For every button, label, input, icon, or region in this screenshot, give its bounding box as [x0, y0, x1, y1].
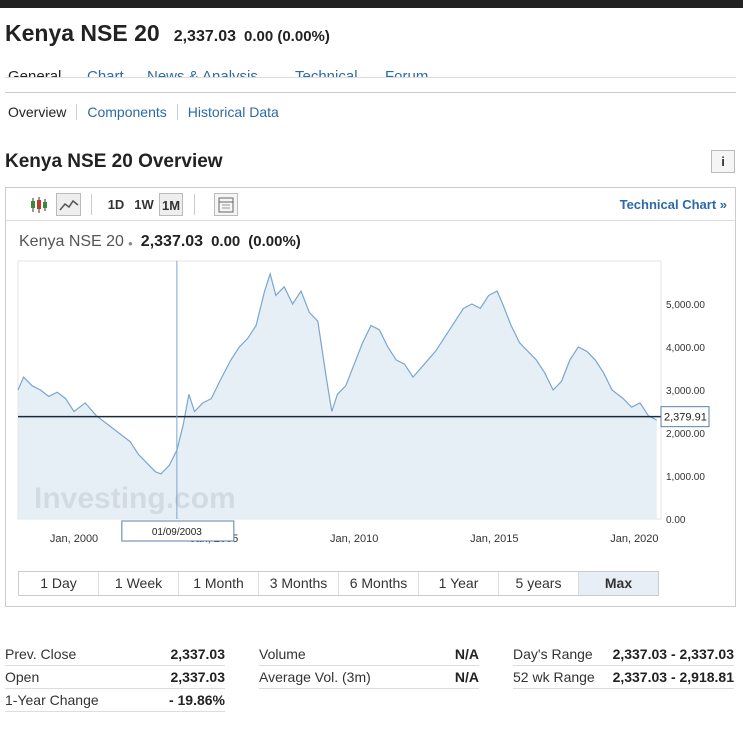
range-6-months[interactable]: 6 Months [338, 572, 418, 595]
tab-technical[interactable]: Technical [295, 68, 358, 77]
stats-column-2: Volume N/A Average Vol. (3m) N/A [259, 643, 479, 689]
stat-label: Open [5, 669, 40, 685]
y-tick-label: 5,000.00 [666, 300, 705, 311]
subtab-overview[interactable]: Overview [0, 104, 76, 120]
overview-title: Kenya NSE 20 Overview [5, 151, 223, 172]
y-tick-label: 0.00 [666, 515, 686, 526]
x-tick-label: Jan, 2010 [330, 533, 378, 545]
price-change: 0.00 (0.00%) [243, 28, 330, 45]
stat-value: 2,337.03 [170, 669, 226, 685]
current-value-label: 2,379.91 [664, 412, 707, 424]
subtab-components[interactable]: Components [76, 104, 176, 120]
stat-value: 2,337.03 [170, 646, 226, 662]
stat-value: N/A [454, 646, 479, 662]
range-selector: 1 Day 1 Week 1 Month 3 Months 6 Months 1… [18, 571, 659, 596]
y-tick-label: 2,000.00 [666, 429, 705, 440]
range-3-months[interactable]: 3 Months [258, 572, 338, 595]
divider [5, 92, 736, 93]
chart-panel: 1D 1W 1M Technical Chart » Kenya NSE 20 … [5, 187, 736, 607]
stat-open: Open 2,337.03 [5, 666, 225, 689]
stat-label: Average Vol. (3m) [259, 669, 371, 685]
stat-1-year-change: 1-Year Change - 19.86% [5, 689, 225, 712]
range-max[interactable]: Max [578, 572, 658, 595]
stats-column-3: Day's Range 2,337.03 - 2,337.03 52 wk Ra… [513, 643, 734, 689]
page-title: Kenya NSE 20 [5, 20, 160, 46]
stat-average-volume: Average Vol. (3m) N/A [259, 666, 479, 689]
range-1-week[interactable]: 1 Week [98, 572, 178, 595]
tab-chart[interactable]: Chart [87, 68, 124, 77]
tab-forum[interactable]: Forum [385, 68, 428, 77]
y-tick-label: 1,000.00 [666, 472, 705, 483]
stat-label: 1-Year Change [5, 692, 99, 708]
x-tick-label: Jan, 2020 [610, 533, 658, 545]
y-tick-label: 3,000.00 [666, 386, 705, 397]
stat-value: 2,337.03 - 2,918.81 [612, 669, 734, 685]
stat-label: Volume [259, 646, 306, 662]
x-tick-label: Jan, 2000 [50, 533, 98, 545]
stat-52-week-range: 52 wk Range 2,337.03 - 2,918.81 [513, 666, 734, 689]
main-tabs: General Chart News & Analysis Technical … [5, 64, 736, 78]
stats-column-1: Prev. Close 2,337.03 Open 2,337.03 1-Yea… [5, 643, 225, 712]
y-tick-label: 4,000.00 [666, 343, 705, 354]
top-bar [0, 0, 743, 8]
range-1-month[interactable]: 1 Month [178, 572, 258, 595]
price-chart[interactable]: Investing.com2,379.910.001,000.002,000.0… [6, 188, 735, 568]
range-1-day[interactable]: 1 Day [19, 572, 98, 595]
stat-label: 52 wk Range [513, 669, 595, 685]
crosshair-date-label: 01/09/2003 [152, 527, 202, 538]
subtab-historical-data[interactable]: Historical Data [176, 104, 289, 120]
tab-general[interactable]: General [8, 68, 61, 77]
sub-tabs: Overview Components Historical Data [0, 104, 289, 120]
stat-label: Day's Range [513, 646, 593, 662]
range-5-years[interactable]: 5 years [498, 572, 578, 595]
last-price: 2,337.03 [173, 28, 236, 45]
stat-label: Prev. Close [5, 646, 77, 662]
tab-news-analysis[interactable]: News & Analysis [147, 68, 258, 77]
stat-days-range: Day's Range 2,337.03 - 2,337.03 [513, 643, 734, 666]
stat-value: N/A [454, 669, 479, 685]
range-1-year[interactable]: 1 Year [418, 572, 498, 595]
stat-prev-close: Prev. Close 2,337.03 [5, 643, 225, 666]
instrument-header: Kenya NSE 20 2,337.03 0.00 (0.00%) [5, 20, 330, 47]
stat-volume: Volume N/A [259, 643, 479, 666]
info-icon[interactable]: i [711, 150, 735, 173]
x-tick-label: Jan, 2015 [470, 533, 518, 545]
stat-value: - 19.86% [168, 692, 225, 708]
stat-value: 2,337.03 - 2,337.03 [612, 646, 734, 662]
